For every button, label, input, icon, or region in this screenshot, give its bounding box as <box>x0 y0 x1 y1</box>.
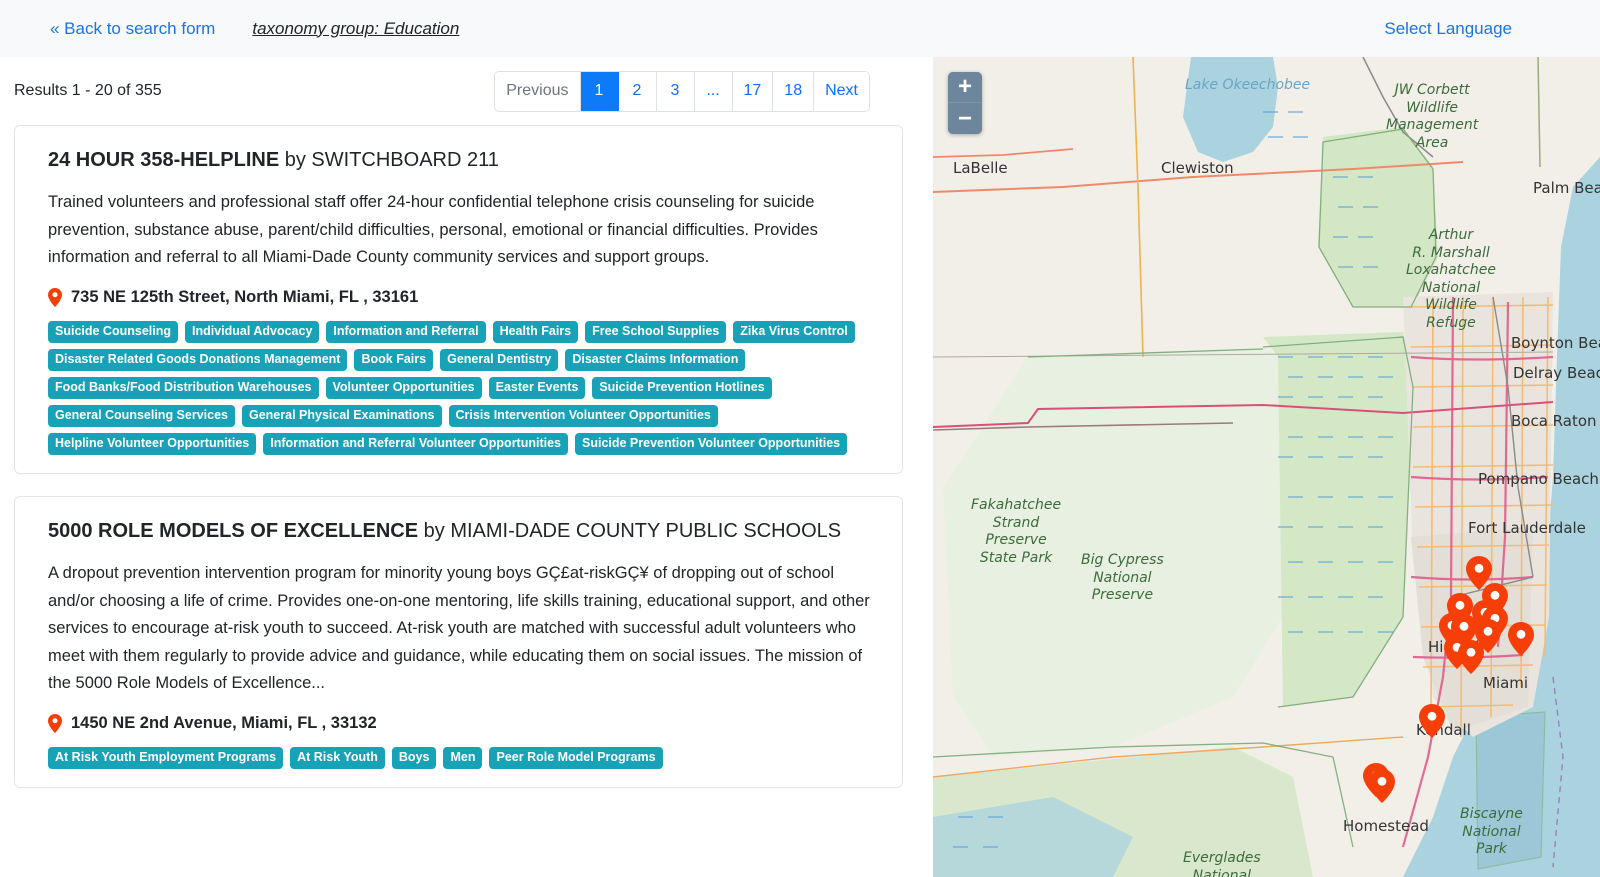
service-tag[interactable]: Suicide Counseling <box>48 320 178 343</box>
service-tag[interactable]: At Risk Youth Employment Programs <box>48 746 284 769</box>
service-tag[interactable]: Boys <box>391 746 437 769</box>
pagination-page-18[interactable]: 18 <box>773 71 815 111</box>
service-tag[interactable]: Book Fairs <box>354 348 434 371</box>
pagination-page-17[interactable]: 17 <box>732 71 774 111</box>
results-count: Results 1 - 20 of 355 <box>14 82 162 99</box>
result-tag-list: Suicide Counseling Individual Advocacy Inf… <box>48 320 871 456</box>
result-tag-list: At Risk Youth Employment Programs At Risk… <box>48 746 871 769</box>
map-panel[interactable]: + − Lake Okeechobee JW Corbett Wildlife Man… <box>933 57 1600 877</box>
service-tag[interactable]: Individual Advocacy <box>185 320 320 343</box>
result-address-text: 1450 NE 2nd Avenue, Miami, FL , 33132 <box>71 713 377 732</box>
results-bar: Results 1 - 20 of 355 Previous 1 2 3... 17 18… <box>0 57 933 125</box>
result-organization: SWITCHBOARD 211 <box>311 149 499 171</box>
result-by-label: by <box>279 149 312 171</box>
service-tag[interactable]: Suicide Prevention Hotlines <box>592 376 772 399</box>
select-language-link[interactable]: Select Language <box>1384 19 1512 39</box>
map-canvas[interactable] <box>933 57 1600 877</box>
result-address: 1450 NE 2nd Avenue, Miami, FL , 33132 <box>48 713 871 733</box>
results-list: 24 HOUR 358-HELPLINE by SWITCHBOARD 211 T… <box>0 125 933 788</box>
map-zoom-controls[interactable]: + − <box>948 72 982 134</box>
service-tag[interactable]: Volunteer Opportunities <box>325 376 482 399</box>
result-address: 735 NE 125th Street, North Miami, FL , 3… <box>48 287 871 307</box>
result-card[interactable]: 24 HOUR 358-HELPLINE by SWITCHBOARD 211 T… <box>14 125 903 475</box>
service-tag[interactable]: Easter Events <box>488 376 586 399</box>
result-organization: MIAMI-DADE COUNTY PUBLIC SCHOOLS <box>450 520 842 543</box>
result-description: Trained volunteers and professional staf… <box>48 193 818 266</box>
map-location-marker[interactable] <box>1369 769 1395 803</box>
service-tag[interactable]: Crisis Intervention Volunteer Opportunit… <box>448 404 718 427</box>
pagination-previous[interactable]: Previous <box>495 71 581 111</box>
pagination-page-1[interactable]: 1 <box>580 71 619 111</box>
service-tag[interactable]: Suicide Prevention Volunteer Opportuniti… <box>575 433 848 456</box>
map-location-marker[interactable] <box>1419 704 1445 738</box>
service-tag[interactable]: General Counseling Services <box>48 404 235 427</box>
page-body: Results 1 - 20 of 355 Previous 1 2 3... 17 18… <box>0 57 1600 877</box>
service-tag[interactable]: General Dentistry <box>440 348 559 371</box>
results-column: Results 1 - 20 of 355 Previous 1 2 3... 17 18… <box>0 57 933 877</box>
map-location-marker[interactable] <box>1458 640 1484 674</box>
result-description: A dropout prevention intervention progra… <box>48 564 870 693</box>
pagination-next[interactable]: Next <box>814 71 869 111</box>
result-card[interactable]: 5000 ROLE MODELS OF EXCELLENCE by MIAMI-… <box>14 496 903 788</box>
service-tag[interactable]: Zika Virus Control <box>733 320 855 343</box>
zoom-out-button[interactable]: − <box>948 103 982 134</box>
pagination-page-ellipsisellipsisellipsis[interactable]: ... <box>694 71 733 111</box>
service-tag[interactable]: Men <box>443 746 483 769</box>
service-tag[interactable]: Health Fairs <box>492 320 579 343</box>
service-tag[interactable]: Disaster Related Goods Donations Managem… <box>48 348 348 371</box>
service-tag[interactable]: Peer Role Model Programs <box>489 746 663 769</box>
pagination-page-2[interactable]: 2 <box>618 71 657 111</box>
result-name[interactable]: 24 HOUR 358-HELPLINE <box>48 149 279 171</box>
service-tag[interactable]: Information and Referral <box>326 320 486 343</box>
top-bar: « Back to search form taxonomy group: Ed… <box>0 0 1600 57</box>
service-tag[interactable]: Food Banks/Food Distribution Warehouses <box>48 376 319 399</box>
service-tag[interactable]: General Physical Examinations <box>242 404 442 427</box>
result-title: 5000 ROLE MODELS OF EXCELLENCE by MIAMI-… <box>48 519 871 543</box>
pagination[interactable]: Previous 1 2 3... 17 18 Next <box>494 70 870 112</box>
result-by-label: by <box>418 520 451 543</box>
service-tag[interactable]: Helpline Volunteer Opportunities <box>48 433 257 456</box>
result-address-text: 735 NE 125th Street, North Miami, FL , 3… <box>71 287 419 306</box>
result-title: 24 HOUR 358-HELPLINE by SWITCHBOARD 211 <box>48 148 871 172</box>
service-tag[interactable]: At Risk Youth <box>290 746 385 769</box>
location-pin-icon <box>48 287 62 307</box>
result-name[interactable]: 5000 ROLE MODELS OF EXCELLENCE <box>48 520 418 542</box>
pagination-page-3[interactable]: 3 <box>656 71 695 111</box>
taxonomy-group-label: taxonomy group: Education <box>252 18 460 38</box>
service-tag[interactable]: Information and Referral Volunteer Oppor… <box>263 433 568 456</box>
service-tag[interactable]: Disaster Claims Information <box>565 348 746 371</box>
map-location-marker[interactable] <box>1508 622 1534 656</box>
service-tag[interactable]: Free School Supplies <box>585 320 727 343</box>
zoom-in-button[interactable]: + <box>948 72 982 103</box>
location-pin-icon <box>48 713 62 733</box>
back-to-search-form-link[interactable]: « Back to search form <box>50 19 215 39</box>
